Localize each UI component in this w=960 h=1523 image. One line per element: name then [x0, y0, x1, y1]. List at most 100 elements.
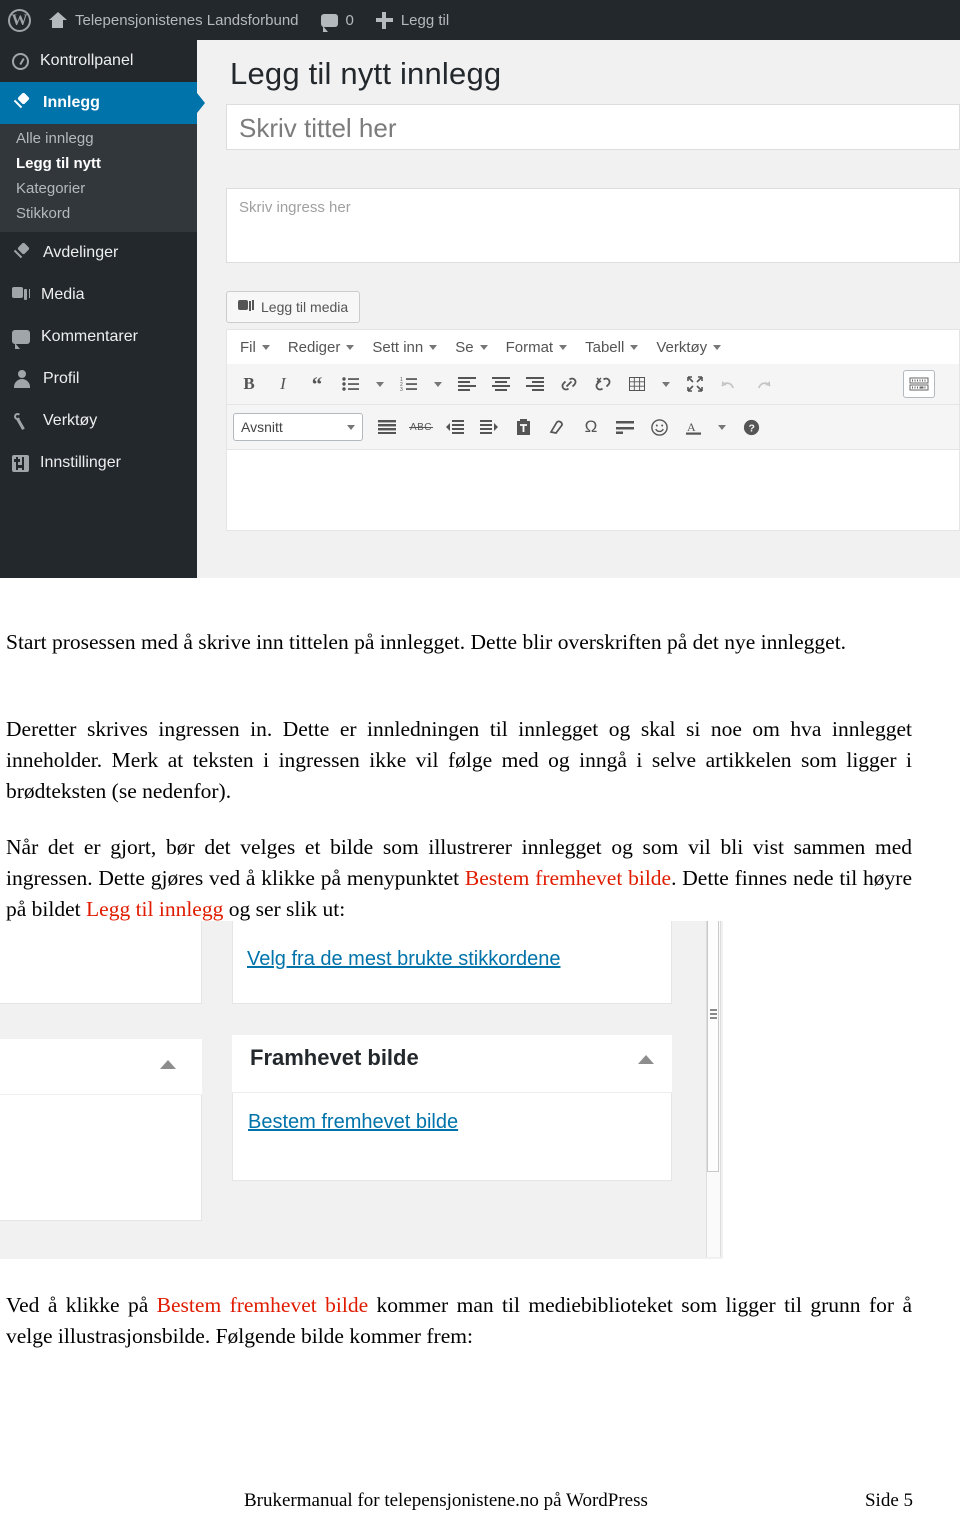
special-character-icon[interactable]: Ω [575, 411, 607, 443]
sidebar-label: Innlegg [43, 94, 100, 111]
sidebar-label: Verktøy [43, 412, 98, 429]
sidebar-label: Profil [43, 370, 80, 387]
sidebar-item-innstillinger[interactable]: Innstillinger [0, 442, 197, 484]
sidebar-item-profil[interactable]: Profil [0, 358, 197, 400]
align-right-icon[interactable] [519, 368, 551, 400]
sidebar-item-avdelinger[interactable]: Avdelinger [0, 232, 197, 274]
set-featured-image-link[interactable]: Bestem fremhevet bilde [248, 1111, 458, 1134]
sidebar-item-verktoy[interactable]: Verktøy [0, 400, 197, 442]
paragraph-4: Ved å klikke på Bestem fremhevet bilde k… [6, 1290, 912, 1352]
settings-icon [12, 454, 29, 472]
admin-bar-comments[interactable]: 0 [310, 0, 365, 40]
menu-sett-inn[interactable]: Sett inn [363, 339, 446, 356]
add-media-button[interactable]: Legg til media [226, 291, 361, 323]
submenu-item-alle-innlegg[interactable]: Alle innlegg [0, 126, 197, 151]
wordpress-logo-icon: W [8, 8, 31, 32]
sidebar-item-kommentarer[interactable]: Kommentarer [0, 316, 197, 358]
redo-icon[interactable] [747, 368, 779, 400]
editor-text-area[interactable] [226, 450, 960, 531]
indent-icon[interactable] [473, 411, 505, 443]
dashboard-icon [12, 52, 29, 70]
align-center-icon[interactable] [485, 368, 517, 400]
media-icon [238, 300, 254, 314]
justify-icon[interactable] [371, 411, 403, 443]
table-caret-icon[interactable] [655, 368, 677, 400]
text-color-icon[interactable]: A [677, 411, 709, 443]
add-media-label: Legg til media [261, 299, 349, 315]
bullet-list-caret-icon[interactable] [369, 368, 391, 400]
editor-menubar: Fil Rediger Sett inn Se Format Tabell Ve… [226, 329, 960, 364]
italic-icon[interactable]: I [267, 368, 299, 400]
chevron-down-icon [713, 344, 722, 350]
paste-as-text-icon[interactable] [507, 411, 539, 443]
bold-icon[interactable]: B [233, 368, 265, 400]
numbered-list-caret-icon[interactable] [427, 368, 449, 400]
editor-toolbar-row-2: Avsnitt ABC Ω [226, 405, 960, 450]
sidebar-label: Kommentarer [41, 328, 138, 345]
chevron-down-icon [479, 344, 488, 350]
editor-toolbar-row-1: B I “ 123 [226, 364, 960, 405]
text-color-caret-icon[interactable] [711, 411, 733, 443]
sidebar-label: Innstillinger [40, 454, 121, 471]
submenu-item-stikkord[interactable]: Stikkord [0, 201, 197, 226]
strikethrough-icon[interactable]: ABC [405, 411, 437, 443]
fullscreen-icon[interactable] [679, 368, 711, 400]
highlight-bestem-fremhevet-bilde-2: Bestem fremhevet bilde [156, 1292, 369, 1317]
admin-bar-add-new[interactable]: Legg til [365, 0, 460, 40]
menu-label: Rediger [287, 338, 341, 356]
submenu-item-legg-til-nytt[interactable]: Legg til nytt [0, 151, 197, 176]
format-select[interactable]: Avsnitt [233, 413, 363, 441]
align-left-icon[interactable] [451, 368, 483, 400]
clear-formatting-icon[interactable] [541, 411, 573, 443]
chevron-down-icon [662, 381, 670, 387]
featured-image-title: Framhevet bilde [250, 1045, 419, 1070]
menu-format[interactable]: Format [497, 339, 577, 356]
highlight-bestem-fremhevet-bilde: Bestem fremhevet bilde [464, 865, 672, 890]
outdent-icon[interactable] [439, 411, 471, 443]
chevron-down-icon [434, 381, 442, 387]
toggle-toolbar-icon[interactable] [903, 370, 935, 398]
chevron-down-icon [559, 344, 568, 350]
chevron-down-icon [429, 344, 438, 350]
menu-rediger[interactable]: Rediger [279, 339, 364, 356]
blockquote-icon[interactable]: “ [301, 368, 333, 400]
bullet-list-glyph [342, 377, 359, 391]
admin-sidebar-menu: Kontrollpanel Innlegg Alle innlegg Legg … [0, 40, 205, 578]
sidebar-item-innlegg[interactable]: Innlegg [0, 82, 205, 124]
chevron-down-icon [718, 424, 726, 430]
footer-page-number: Side 5 [864, 1490, 913, 1511]
choose-common-tags-link[interactable]: Velg fra de mest brukte stikkordene [247, 948, 561, 971]
numbered-list-icon[interactable]: 123 [393, 368, 425, 400]
chevron-down-icon [347, 424, 355, 430]
bullet-list-icon[interactable] [335, 368, 367, 400]
admin-bar-site-name[interactable]: Telepensjonistenes Landsforbund [37, 0, 310, 40]
post-excerpt-input[interactable]: Skriv ingress her [226, 188, 960, 263]
menu-label: Fil [240, 338, 256, 356]
undo-icon[interactable] [713, 368, 745, 400]
menu-label: Verktøy [656, 338, 708, 356]
submenu-item-kategorier[interactable]: Kategorier [0, 176, 197, 201]
scrollbar-grip-icon [710, 1009, 717, 1011]
emoji-icon[interactable] [643, 411, 675, 443]
horizontal-line-icon[interactable] [609, 411, 641, 443]
scrollbar-thumb[interactable] [707, 921, 719, 1172]
admin-bar-wp-logo[interactable]: W [0, 0, 37, 40]
link-icon[interactable] [553, 368, 585, 400]
sidebar-item-media[interactable]: Media [0, 274, 197, 316]
menu-tabell[interactable]: Tabell [576, 339, 647, 356]
menu-verktoy[interactable]: Verktøy [647, 339, 730, 356]
table-icon[interactable] [621, 368, 653, 400]
chevron-down-icon [261, 344, 270, 350]
menu-fil[interactable]: Fil [231, 339, 279, 356]
format-select-value: Avsnitt [241, 419, 283, 435]
post-title-input[interactable]: Skriv tittel her [226, 104, 960, 150]
collapse-toggle-featured-icon[interactable] [638, 1055, 654, 1064]
collapse-toggle-left-icon[interactable] [160, 1060, 176, 1069]
paragraph-2: Deretter skrives ingressen in. Dette er … [6, 716, 912, 803]
help-icon[interactable]: ? [735, 411, 767, 443]
unlink-icon[interactable] [587, 368, 619, 400]
sidebar-label: Media [41, 286, 85, 303]
menu-se[interactable]: Se [446, 339, 496, 356]
sidebar-item-kontrollpanel[interactable]: Kontrollpanel [0, 40, 197, 82]
sidebar-submenu-innlegg: Alle innlegg Legg til nytt Kategorier St… [0, 124, 197, 232]
